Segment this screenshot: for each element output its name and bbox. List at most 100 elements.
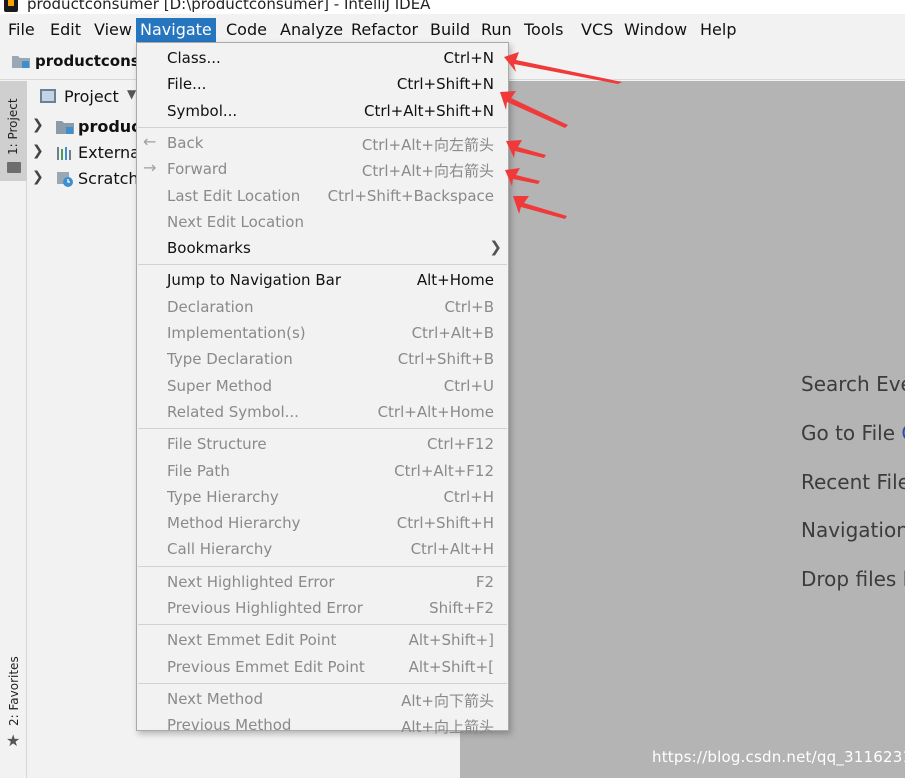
menu-tools[interactable]: Tools bbox=[520, 18, 567, 42]
menu-item-back[interactable]: ← Back Ctrl+Alt+向左箭头 bbox=[137, 131, 508, 157]
project-tool-tab[interactable]: 1: Project bbox=[0, 81, 27, 181]
breadcrumb-project[interactable]: productconsu bbox=[35, 52, 150, 70]
module-folder-icon bbox=[56, 121, 74, 134]
menu-item-symbol[interactable]: Symbol... Ctrl+Alt+Shift+N bbox=[137, 99, 508, 125]
menu-item-label: Method Hierarchy bbox=[167, 514, 301, 532]
scratches-icon bbox=[57, 172, 73, 187]
menu-item-previous-highlighted-error[interactable]: Previous Highlighted Error Shift+F2 bbox=[137, 596, 508, 622]
menu-item-super-method[interactable]: Super Method Ctrl+U bbox=[137, 374, 508, 400]
library-icon bbox=[57, 147, 71, 160]
menu-window[interactable]: Window bbox=[620, 18, 691, 42]
menu-item-label: Bookmarks bbox=[167, 239, 251, 257]
menu-item-jump-to-navigation-bar[interactable]: Jump to Navigation Bar Alt+Home bbox=[137, 268, 508, 294]
menu-item-shortcut: Ctrl+Alt+H bbox=[410, 540, 494, 558]
menu-item-shortcut: Ctrl+B bbox=[444, 298, 494, 316]
menu-item-bookmarks[interactable]: Bookmarks ❯ bbox=[137, 236, 508, 262]
menu-item-label: Previous Emmet Edit Point bbox=[167, 658, 365, 676]
menu-item-previous-emmet-edit-point[interactable]: Previous Emmet Edit Point Alt+Shift+[ bbox=[137, 655, 508, 681]
hint-drop-files: Drop files h bbox=[801, 567, 905, 591]
menu-item-label: Declaration bbox=[167, 298, 254, 316]
menu-item-shortcut: Ctrl+N bbox=[443, 49, 494, 67]
menu-item-label: Next Method bbox=[167, 690, 263, 708]
menu-item-class[interactable]: Class... Ctrl+N bbox=[137, 46, 508, 72]
menu-build[interactable]: Build bbox=[426, 18, 474, 42]
watermark-text: https://blog.csdn.net/qq_31162311 bbox=[652, 748, 905, 766]
menu-item-label: Next Emmet Edit Point bbox=[167, 631, 337, 649]
hint-go-to-file-label: Go to File bbox=[801, 421, 895, 445]
menu-item-shortcut: Ctrl+Alt+Home bbox=[377, 403, 494, 421]
menu-vcs[interactable]: VCS bbox=[577, 18, 617, 42]
menu-item-label: Back bbox=[167, 134, 204, 152]
menu-help[interactable]: Help bbox=[696, 18, 740, 42]
menu-item-related-symbol[interactable]: Related Symbol... Ctrl+Alt+Home bbox=[137, 400, 508, 426]
menu-code[interactable]: Code bbox=[222, 18, 271, 42]
menu-item-call-hierarchy[interactable]: Call Hierarchy Ctrl+Alt+H bbox=[137, 537, 508, 563]
tree-node-label: External bbox=[78, 143, 145, 162]
menu-item-shortcut: Ctrl+Alt+向右箭头 bbox=[361, 162, 494, 180]
project-view-selector[interactable]: Project bbox=[64, 87, 119, 106]
menu-separator bbox=[138, 264, 507, 266]
project-tab-label: 1: Project bbox=[6, 98, 20, 155]
menu-item-label: File Path bbox=[167, 462, 230, 480]
chevron-right-icon[interactable]: ❯ bbox=[32, 169, 44, 185]
menu-item-file[interactable]: File... Ctrl+Shift+N bbox=[137, 72, 508, 98]
menu-item-next-emmet-edit-point[interactable]: Next Emmet Edit Point Alt+Shift+] bbox=[137, 628, 508, 654]
menu-item-shortcut: Alt+Home bbox=[416, 271, 494, 289]
menu-item-implementation-s[interactable]: Implementation(s) Ctrl+Alt+B bbox=[137, 321, 508, 347]
editor-area: Search Eve Go to File C Recent Files Nav… bbox=[460, 81, 905, 778]
chevron-right-icon[interactable]: ❯ bbox=[32, 143, 44, 159]
menu-item-shortcut: Ctrl+Alt+向左箭头 bbox=[361, 136, 494, 154]
menu-item-label: Next Highlighted Error bbox=[167, 573, 335, 591]
menu-item-label: Call Hierarchy bbox=[167, 540, 273, 558]
main-menu-bar: File Edit View Navigate Code Analyze Refactor B… bbox=[0, 15, 905, 45]
hint-go-to-file-shortcut: C bbox=[901, 421, 905, 445]
menu-separator bbox=[138, 624, 507, 626]
menu-item-shortcut: Alt+向上箭头 bbox=[401, 718, 494, 736]
menu-item-file-path[interactable]: File Path Ctrl+Alt+F12 bbox=[137, 459, 508, 485]
menu-analyze[interactable]: Analyze bbox=[276, 18, 347, 42]
project-view-icon bbox=[40, 89, 56, 103]
chevron-right-icon[interactable]: ❯ bbox=[32, 117, 44, 133]
menu-item-next-method[interactable]: Next Method Alt+向下箭头 bbox=[137, 687, 508, 713]
menu-item-shortcut: Ctrl+Alt+F12 bbox=[394, 462, 494, 480]
menu-item-shortcut: Ctrl+F12 bbox=[427, 435, 494, 453]
menu-item-method-hierarchy[interactable]: Method Hierarchy Ctrl+Shift+H bbox=[137, 511, 508, 537]
menu-edit[interactable]: Edit bbox=[46, 18, 85, 42]
menu-item-type-declaration[interactable]: Type Declaration Ctrl+Shift+B bbox=[137, 347, 508, 373]
forward-arrow-icon: → bbox=[143, 158, 157, 177]
window-title: productconsumer [D:\productconsumer] - I… bbox=[27, 0, 431, 13]
chevron-down-icon[interactable]: ▼ bbox=[127, 87, 136, 101]
menu-item-file-structure[interactable]: File Structure Ctrl+F12 bbox=[137, 432, 508, 458]
menu-navigate[interactable]: Navigate bbox=[136, 18, 216, 42]
window-title-bar: productconsumer [D:\productconsumer] - I… bbox=[0, 0, 905, 14]
menu-file[interactable]: File bbox=[4, 18, 39, 42]
menu-item-shortcut: Alt+向下箭头 bbox=[401, 692, 494, 710]
menu-separator bbox=[138, 428, 507, 430]
menu-item-label: Jump to Navigation Bar bbox=[167, 271, 341, 289]
back-arrow-icon: ← bbox=[143, 132, 157, 151]
menu-item-label: Implementation(s) bbox=[167, 324, 306, 342]
menu-refactor[interactable]: Refactor bbox=[347, 18, 422, 42]
menu-item-shortcut: Ctrl+H bbox=[443, 488, 494, 506]
menu-item-forward[interactable]: → Forward Ctrl+Alt+向右箭头 bbox=[137, 157, 508, 183]
submenu-arrow-icon: ❯ bbox=[489, 238, 502, 256]
favorites-tab-label: 2: Favorites bbox=[7, 656, 21, 726]
hint-navigation-bar: Navigation bbox=[801, 518, 905, 542]
menu-item-label: Symbol... bbox=[167, 102, 238, 120]
menu-item-last-edit-location[interactable]: Last Edit Location Ctrl+Shift+Backspace bbox=[137, 184, 508, 210]
menu-item-declaration[interactable]: Declaration Ctrl+B bbox=[137, 295, 508, 321]
menu-item-label: Class... bbox=[167, 49, 221, 67]
menu-item-previous-method[interactable]: Previous Method Alt+向上箭头 bbox=[137, 713, 508, 739]
menu-run[interactable]: Run bbox=[477, 18, 516, 42]
menu-view[interactable]: View bbox=[90, 18, 136, 42]
menu-item-label: Type Declaration bbox=[167, 350, 293, 368]
menu-item-next-highlighted-error[interactable]: Next Highlighted Error F2 bbox=[137, 570, 508, 596]
menu-separator bbox=[138, 126, 507, 128]
menu-item-shortcut: Ctrl+Shift+N bbox=[396, 75, 494, 93]
menu-item-next-edit-location[interactable]: Next Edit Location bbox=[137, 210, 508, 236]
project-tab-folder-icon bbox=[7, 162, 21, 173]
left-tool-strip: 1: Project 2: Favorites ★ bbox=[0, 81, 27, 778]
menu-item-type-hierarchy[interactable]: Type Hierarchy Ctrl+H bbox=[137, 485, 508, 511]
navigate-dropdown-menu: Class... Ctrl+N File... Ctrl+Shift+N Symbol.… bbox=[136, 42, 509, 736]
menu-item-label: Type Hierarchy bbox=[167, 488, 279, 506]
